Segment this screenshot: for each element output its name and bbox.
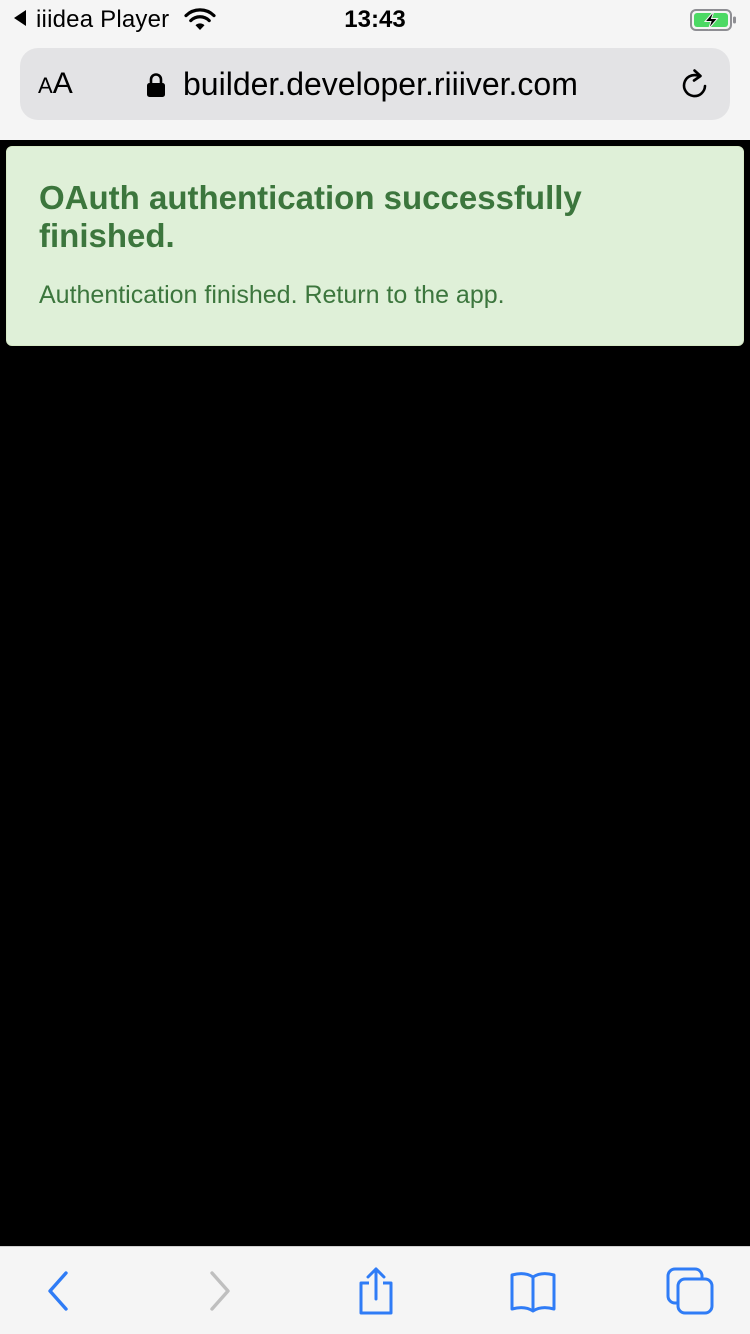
lock-icon (147, 73, 165, 97)
url-text[interactable]: builder.developer.riiiver.com (183, 64, 578, 104)
tabs-icon[interactable] (666, 1267, 714, 1315)
browser-address-area: AA builder.developer.riiiver.com (0, 40, 750, 140)
web-page: OAuth authentication successfully finish… (0, 140, 750, 1246)
chevron-left-icon[interactable] (35, 1267, 83, 1315)
alert-message: Authentication finished. Return to the a… (39, 281, 505, 309)
alert-title: OAuth authentication successfully finish… (39, 179, 582, 254)
battery-charging-icon (690, 9, 736, 31)
book-icon[interactable] (509, 1267, 557, 1315)
status-time: 13:43 (344, 6, 406, 33)
chevron-right-icon[interactable] (195, 1267, 243, 1315)
text-size-button[interactable]: AA (38, 64, 73, 104)
screen: iiidea Player 13:43 AA builder.developer… (0, 0, 750, 1334)
status-bar: iiidea Player 13:43 (0, 0, 750, 40)
address-bar[interactable]: AA builder.developer.riiiver.com (20, 48, 730, 120)
success-alert: OAuth authentication successfully finish… (6, 146, 744, 346)
reload-icon[interactable] (678, 68, 712, 102)
browser-toolbar (0, 1246, 750, 1334)
share-icon[interactable] (352, 1267, 400, 1315)
